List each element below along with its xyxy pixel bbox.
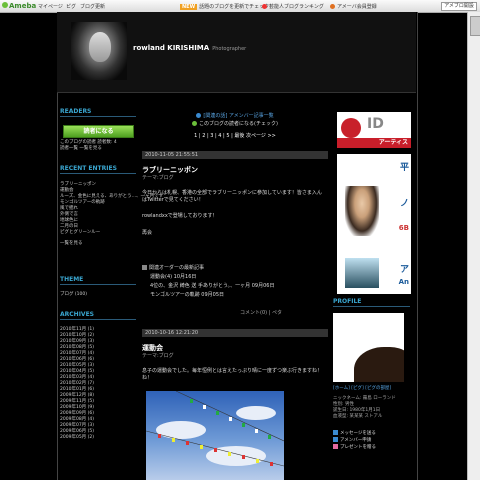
profile-hair (354, 347, 404, 382)
notice-register[interactable]: アメーバ会員登録 (330, 3, 377, 10)
amember-list-link[interactable]: [関連の話] アメンバー記事一覧 (142, 112, 328, 120)
amember-request-link[interactable]: アメンバー申請 (333, 437, 410, 444)
entry1-body-line1: 今日からは札幌、香港の全部でラブリーニッポンに参加しています！皆さま入ん (142, 190, 322, 196)
reader-icon (192, 121, 198, 126)
flag-strings (146, 391, 284, 467)
header-portrait (71, 22, 127, 80)
pagination[interactable]: 1 | 2 | 3 | 4 | 5 | 最後 次ページ >> (142, 132, 328, 140)
recent-entry[interactable]: ピグとグリーンルー (60, 230, 136, 236)
artist-ad-banner[interactable]: ID アーティス (337, 112, 411, 148)
entry1-body-line4: 再会 (142, 230, 153, 236)
entry2-body-line1: 息子の運動会でした。毎年恒例とは言えたっぷり晴に一度ずつ楽ぶ行きますね！ (142, 368, 323, 374)
related-heading: 関連オーダーの最新記事 (142, 265, 328, 272)
theme-item[interactable]: ブログ (100) (60, 292, 136, 298)
nav-mypage[interactable]: マイページ (38, 3, 63, 10)
entry1-date: 2010-11-05 21:55:51 (142, 151, 328, 159)
gift-icon (333, 444, 338, 449)
blog-title[interactable]: rowland KIRISHIMA Photographer (133, 44, 246, 52)
notice-ranking[interactable]: 芸能人ブログランキング (262, 3, 324, 10)
related-icon (142, 265, 147, 270)
profile-heading: PROFILE (333, 298, 410, 307)
theme-section: THEME ブログ (100) (60, 276, 136, 298)
ad-text: ノ (399, 199, 409, 209)
entry1-title[interactable]: ラブリーニッポン (142, 165, 198, 175)
become-reader-button[interactable]: 読者になる (63, 125, 134, 138)
recent-entries-section: RECENT ENTRIES ラブリーニッポン 運動会 ルーズ、金色に見える、あ… (60, 165, 163, 247)
person-icon (333, 437, 338, 442)
recent-more-link[interactable]: 一覧を見る (60, 241, 136, 247)
entry2-theme[interactable]: テーマ:ブログ (142, 353, 328, 360)
ad-logo-icon (341, 118, 361, 138)
ranking-icon (262, 4, 267, 9)
ad-label: アーティス (337, 138, 411, 148)
ameba-logo[interactable]: Ameba (2, 2, 36, 10)
new-badge: NEW (180, 4, 198, 10)
profile-blood: 血液型: 某某某 ストアル (333, 414, 383, 419)
related-item[interactable]: 運動会(4) 10月16日 (150, 274, 336, 281)
ad-text: An (398, 278, 409, 286)
entry2-date: 2010-10-16 12:21:20 (142, 329, 328, 337)
become-reader-link[interactable]: このブログの読者になる(チェック) (142, 120, 328, 128)
scrollbar[interactable] (467, 12, 480, 480)
ad-text: ア (399, 265, 409, 275)
open-blog-button[interactable]: アメブロ開設 (441, 2, 477, 11)
ad-text: 6B (398, 224, 409, 232)
profile-links[interactable]: [ホーム] [ピグ] [ピグの部屋] (333, 386, 410, 392)
entry1-body-line2: はTwitterで見てください！ (142, 197, 204, 203)
archives-section: ARCHIVES 2010年11月 (1) 2010年10月 (2) 2010年… (60, 311, 136, 441)
globe-icon (196, 113, 202, 118)
entry2-body-line2: ね！ (142, 375, 153, 381)
ad-text: 平 (399, 163, 409, 173)
top-links: [関連の話] アメンバー記事一覧 このブログの読者になる(チェック) 1 | 2… (142, 112, 328, 140)
profile-picture (333, 313, 404, 382)
ad-letter: ID (367, 116, 384, 132)
send-present-link[interactable]: プレゼントを贈る (333, 444, 410, 451)
notice-new[interactable]: NEW 話題のブログを更新でチェック! (180, 3, 271, 10)
entry1-theme[interactable]: テーマ:ブログ (142, 175, 328, 182)
send-message-link[interactable]: メッセージを送る (333, 430, 410, 437)
profile-info: [ホーム] [ピグ] [ピグの部屋] ニックネーム: 霧島 ローランド 性別: … (333, 386, 410, 451)
blog-subtitle: Photographer (212, 46, 247, 52)
recent-entries-heading: RECENT ENTRIES (60, 165, 136, 174)
portrait-face (89, 32, 111, 62)
nav-blog-update[interactable]: ブログ更新 (80, 3, 105, 10)
mail-icon (333, 430, 338, 435)
ameba-leaf-icon (2, 2, 8, 8)
entry1-body-line3: rowlandxxで登場しております！ (142, 213, 218, 219)
nav-pigg[interactable]: ピグ (66, 3, 76, 10)
sports-day-photo (146, 391, 284, 480)
archives-heading: ARCHIVES (60, 311, 136, 320)
entry2-title[interactable]: 運動会 (142, 343, 163, 353)
ad-person-photo (345, 186, 379, 236)
register-icon (330, 4, 335, 9)
ranking-ad[interactable]: 平 ノ 6B ア An (337, 154, 411, 294)
related-item[interactable]: 4位の、金沢 綺色 送 手ありがとう。、一ヶ月 09月06日 (150, 283, 336, 290)
readers-section: READERS (60, 108, 136, 117)
readers-list-link[interactable]: 読者一覧 一覧を見る (60, 146, 136, 152)
readers-heading: READERS (60, 108, 136, 117)
theme-heading: THEME (60, 276, 136, 285)
ad-photo (345, 258, 379, 288)
readers-info: このブログの読者 読者数: 4 読者一覧 一覧を見る (60, 140, 136, 152)
scrollbar-thumb[interactable] (470, 16, 480, 36)
archive-item[interactable]: 2009年05月 (2) (60, 435, 136, 441)
entry1-footer[interactable]: コメント(0) | ペタ (240, 310, 330, 317)
related-item[interactable]: モンゴルツアーの軌跡 09月05日 (150, 292, 336, 299)
